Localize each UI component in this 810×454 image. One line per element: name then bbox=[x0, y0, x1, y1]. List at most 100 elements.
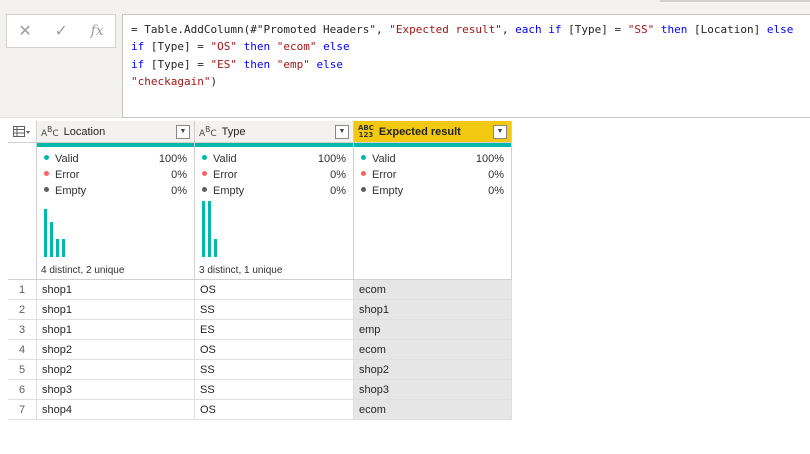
formula-text: "OS" bbox=[210, 40, 237, 54]
row-number[interactable]: 2 bbox=[8, 300, 37, 320]
cell-type[interactable]: SS bbox=[195, 380, 354, 400]
formula-text: [Type] = bbox=[144, 57, 211, 71]
quality-bar bbox=[37, 143, 194, 147]
quality-empty: Empty 0% bbox=[44, 185, 187, 197]
text-type-icon[interactable]: ABC bbox=[41, 125, 59, 139]
table-row[interactable]: 3 shop1 ES emp bbox=[8, 320, 512, 340]
column-name: Type bbox=[221, 125, 246, 138]
cell-location[interactable]: shop1 bbox=[37, 280, 195, 300]
table-icon bbox=[13, 125, 30, 137]
formula-keyword: else bbox=[309, 57, 343, 71]
table-row[interactable]: 1 shop1 OS ecom bbox=[8, 280, 512, 300]
top-divider bbox=[660, 0, 810, 2]
quality-bar bbox=[195, 143, 353, 147]
cell-location[interactable]: shop4 bbox=[37, 400, 195, 420]
cell-expected-result[interactable]: ecom bbox=[354, 400, 512, 420]
quality-error: Error 0% bbox=[44, 169, 187, 181]
formula-text: "Expected result" bbox=[389, 23, 502, 36]
histogram-bar bbox=[56, 239, 59, 257]
cell-expected-result[interactable]: emp bbox=[354, 320, 512, 340]
histogram-bar bbox=[202, 201, 205, 257]
cell-location[interactable]: shop1 bbox=[37, 320, 195, 340]
chevron-down-icon[interactable]: ▼ bbox=[176, 124, 190, 139]
text-type-icon[interactable]: ABC bbox=[199, 125, 217, 139]
cell-expected-result[interactable]: ecom bbox=[354, 340, 512, 360]
table-row[interactable]: 2 shop1 SS shop1 bbox=[8, 300, 512, 320]
fx-icon[interactable]: fx bbox=[91, 23, 104, 39]
quality-error: Error 0% bbox=[361, 169, 504, 181]
column-name: Location bbox=[63, 125, 106, 138]
column-header-location[interactable]: ABC Location ▼ bbox=[37, 121, 195, 143]
distinct-count: 4 distinct, 2 unique bbox=[41, 265, 125, 276]
column-header-type[interactable]: ABC Type ▼ bbox=[195, 121, 354, 143]
row-number[interactable]: 4 bbox=[8, 340, 37, 360]
column-quality-location: Valid 100% Error 0% Empty 0% 4 distinct, 2 … bbox=[37, 143, 195, 280]
cell-expected-result[interactable]: shop1 bbox=[354, 300, 512, 320]
formula-text: [Location] bbox=[687, 23, 767, 36]
quality-empty: Empty 0% bbox=[202, 185, 346, 197]
formula-text: "ecom" bbox=[276, 40, 317, 54]
cell-type[interactable]: ES bbox=[195, 320, 354, 340]
histogram-bar bbox=[50, 222, 53, 257]
chevron-down-icon[interactable]: ▼ bbox=[493, 124, 507, 139]
formula-keyword: if bbox=[131, 57, 145, 71]
quality-empty: Empty 0% bbox=[361, 185, 504, 197]
table-row[interactable]: 5 shop2 SS shop2 bbox=[8, 360, 512, 380]
chevron-down-icon[interactable]: ▼ bbox=[335, 124, 349, 139]
cancel-x-icon[interactable]: ✕ bbox=[18, 21, 31, 41]
cell-location[interactable]: shop1 bbox=[37, 300, 195, 320]
column-quality-expected-result: Valid 100% Error 0% Empty 0% bbox=[354, 143, 512, 280]
row-number[interactable]: 6 bbox=[8, 380, 37, 400]
confirm-check-icon[interactable]: ✓ bbox=[54, 21, 67, 41]
table-menu-button[interactable] bbox=[8, 121, 37, 143]
formula-text: [Type] = bbox=[144, 40, 211, 54]
histogram-bar bbox=[62, 239, 65, 257]
quality-valid: Valid 100% bbox=[202, 153, 346, 165]
formula-text: = Table.AddColumn(#"Promoted Headers", bbox=[131, 23, 390, 36]
quality-corner bbox=[8, 143, 37, 280]
row-number[interactable]: 1 bbox=[8, 280, 37, 300]
quality-bar bbox=[354, 143, 511, 147]
formula-keyword: then bbox=[654, 23, 688, 36]
cell-location[interactable]: shop2 bbox=[37, 360, 195, 380]
cell-type[interactable]: OS bbox=[195, 280, 354, 300]
quality-valid: Valid 100% bbox=[44, 153, 187, 165]
cell-location[interactable]: shop3 bbox=[37, 380, 195, 400]
histogram-bar bbox=[214, 239, 217, 257]
cell-type[interactable]: OS bbox=[195, 400, 354, 420]
formula-keyword: else bbox=[316, 40, 350, 54]
quality-valid: Valid 100% bbox=[361, 153, 504, 165]
formula-text: "checkagain" bbox=[131, 75, 211, 89]
quality-error: Error 0% bbox=[202, 169, 346, 181]
formula-text: "emp" bbox=[276, 57, 310, 71]
cell-type[interactable]: OS bbox=[195, 340, 354, 360]
cell-type[interactable]: SS bbox=[195, 300, 354, 320]
formula-text: "SS" bbox=[627, 23, 655, 36]
table-row[interactable]: 6 shop3 SS shop3 bbox=[8, 380, 512, 400]
formula-keyword: if bbox=[131, 40, 145, 54]
formula-input[interactable]: = Table.AddColumn(#"Promoted Headers", "… bbox=[122, 14, 810, 118]
row-number[interactable]: 7 bbox=[8, 400, 37, 420]
table-row[interactable]: 4 shop2 OS ecom bbox=[8, 340, 512, 360]
column-quality-type: Valid 100% Error 0% Empty 0% 3 distinct, 1 … bbox=[195, 143, 354, 280]
formula-text: ) bbox=[210, 75, 218, 89]
formula-keyword: then bbox=[236, 40, 277, 54]
formula-text: [Type] = bbox=[561, 23, 628, 36]
column-header-expected-result[interactable]: ABC 123 Expected result ▼ bbox=[354, 121, 512, 143]
table-row[interactable]: 7 shop4 OS ecom bbox=[8, 400, 512, 420]
cell-expected-result[interactable]: ecom bbox=[354, 280, 512, 300]
formula-bar: ✕ ✓ fx = Table.AddColumn(#"Promoted Head… bbox=[0, 0, 810, 118]
formula-keyword: then bbox=[236, 57, 277, 71]
cell-location[interactable]: shop2 bbox=[37, 340, 195, 360]
formula-text: , bbox=[501, 23, 516, 36]
row-number[interactable]: 3 bbox=[8, 320, 37, 340]
formula-keyword: else bbox=[766, 23, 794, 36]
formula-keyword: each if bbox=[515, 23, 562, 36]
row-number[interactable]: 5 bbox=[8, 360, 37, 380]
column-name: Expected result bbox=[378, 125, 461, 138]
cell-expected-result[interactable]: shop2 bbox=[354, 360, 512, 380]
distinct-count: 3 distinct, 1 unique bbox=[199, 265, 283, 276]
cell-type[interactable]: SS bbox=[195, 360, 354, 380]
any-type-icon[interactable]: ABC 123 bbox=[358, 124, 374, 139]
cell-expected-result[interactable]: shop3 bbox=[354, 380, 512, 400]
